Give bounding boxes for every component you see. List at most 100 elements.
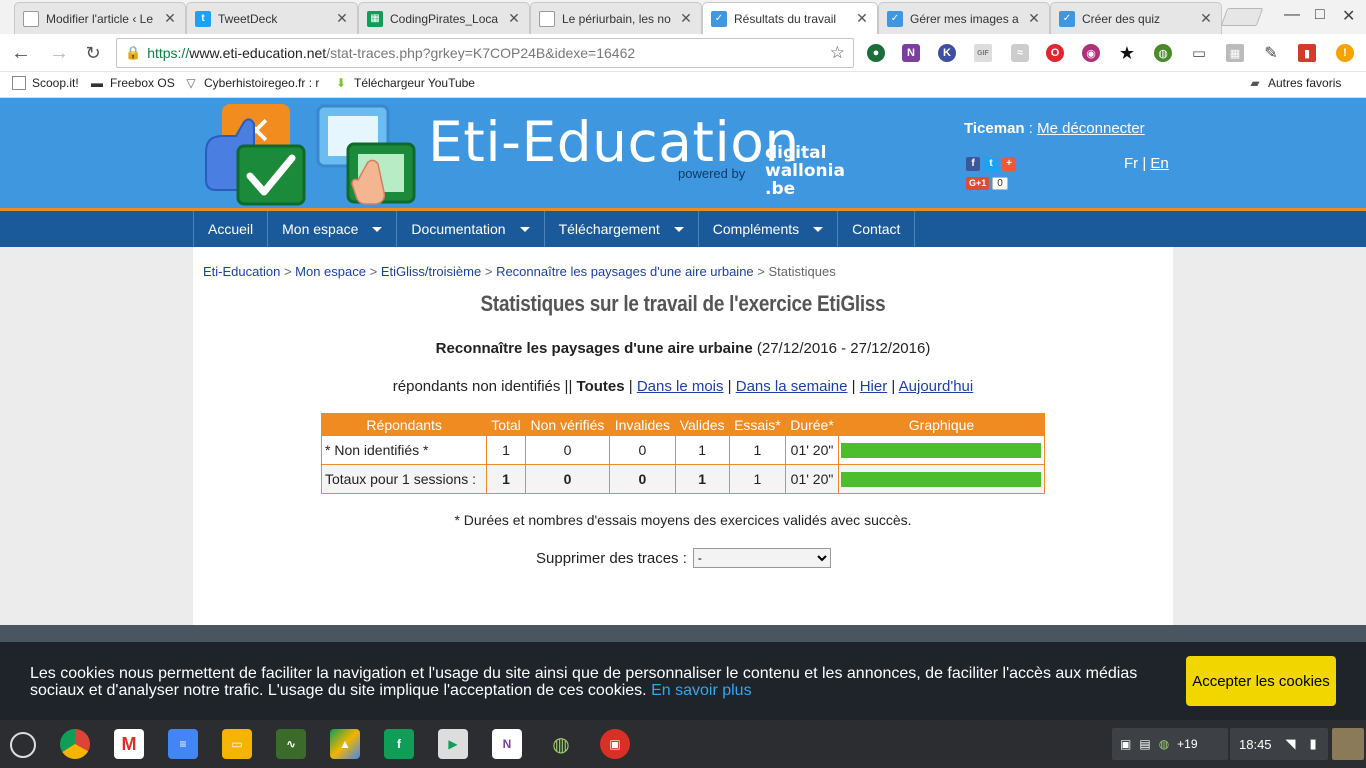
- bookmark-item[interactable]: ▬ Freebox OS: [90, 76, 175, 90]
- maximize-icon[interactable]: □: [1315, 6, 1325, 24]
- menu-contact[interactable]: Contact: [838, 211, 916, 247]
- menu-telechargement[interactable]: Téléchargement: [545, 211, 699, 247]
- other-bookmarks[interactable]: ▰ Autres favoris: [1248, 76, 1341, 90]
- launcher-icon[interactable]: [10, 732, 36, 758]
- bookmark-item[interactable]: Scoop.it!: [12, 76, 79, 90]
- browser-tab[interactable]: ▦ CodingPirates_Loca ✕: [358, 2, 530, 34]
- gplus-widget[interactable]: G+1 0: [966, 177, 1008, 190]
- eti-education-logo[interactable]: ✕: [198, 102, 428, 208]
- grid-extension-icon[interactable]: ▦: [1226, 44, 1244, 62]
- menu-label: Contact: [852, 221, 901, 237]
- screenshot-app-icon[interactable]: ▣: [600, 729, 630, 759]
- share-plus-icon[interactable]: +: [1002, 157, 1016, 171]
- pen-icon[interactable]: ✎: [1262, 44, 1280, 62]
- chrome-app-icon[interactable]: [60, 729, 90, 759]
- feedly-app-icon[interactable]: f: [384, 729, 414, 759]
- main-content: Eti-Education > Mon espace > EtiGliss/tr…: [193, 247, 1173, 625]
- breadcrumb-link[interactable]: Reconnaître les paysages d'une aire urba…: [496, 264, 754, 279]
- lang-en[interactable]: En: [1150, 155, 1168, 172]
- close-tab-icon[interactable]: ✕: [1027, 10, 1041, 27]
- forward-icon[interactable]: →: [46, 40, 72, 66]
- docs-app-icon[interactable]: ≡: [168, 729, 198, 759]
- menu-documentation[interactable]: Documentation: [397, 211, 545, 247]
- app-icon[interactable]: ∿: [276, 729, 306, 759]
- gmail-app-icon[interactable]: M: [114, 729, 144, 759]
- alert-icon[interactable]: !: [1336, 44, 1354, 62]
- browser-tab-active[interactable]: ✓ Résultats du travail ✕: [702, 2, 878, 34]
- column-header: Valides: [674, 413, 730, 436]
- menu-complements[interactable]: Compléments: [699, 211, 839, 247]
- onenote-icon[interactable]: N: [902, 44, 920, 62]
- notification-count: +19: [1177, 737, 1198, 751]
- browser-tab[interactable]: ✓ Créer des quiz ✕: [1050, 2, 1222, 34]
- filter-today-link[interactable]: Aujourd'hui: [899, 378, 974, 395]
- onenote-app-icon[interactable]: N: [492, 729, 522, 759]
- status-area[interactable]: 18:45 ◥ ▮: [1230, 728, 1328, 760]
- breadcrumb-link[interactable]: Eti-Education: [203, 264, 280, 279]
- accept-cookies-button[interactable]: Accepter les cookies: [1186, 656, 1336, 706]
- new-tab-button[interactable]: [1220, 8, 1264, 26]
- lang-fr[interactable]: Fr: [1124, 155, 1138, 172]
- graph-cell: [838, 435, 1045, 465]
- site-brand[interactable]: Eti-Education: [428, 110, 800, 174]
- bookmark-item[interactable]: ⬇ Téléchargeur YouTube: [334, 76, 475, 90]
- column-header: Répondants: [320, 413, 488, 436]
- drive-app-icon[interactable]: ▲: [330, 729, 360, 759]
- close-tab-icon[interactable]: ✕: [507, 10, 521, 27]
- browser-tab[interactable]: ✓ Gérer mes images a ✕: [878, 2, 1050, 34]
- browser-tab[interactable]: Modifier l'article ‹ Le ✕: [14, 2, 186, 34]
- cookie-learn-more-link[interactable]: En savoir plus: [651, 682, 752, 699]
- gif-extension-icon[interactable]: GIF: [974, 44, 992, 62]
- user-separator: :: [1024, 120, 1038, 137]
- close-tab-icon[interactable]: ✕: [855, 10, 869, 27]
- breadcrumb-link[interactable]: EtiGliss/troisième: [381, 264, 481, 279]
- page-icon: [12, 76, 26, 90]
- star-extension-icon[interactable]: ★: [1118, 43, 1136, 63]
- menu-accueil[interactable]: Accueil: [194, 211, 269, 247]
- slides-app-icon[interactable]: ▭: [222, 729, 252, 759]
- filter-separator: |: [723, 378, 736, 395]
- menu-mon-espace[interactable]: Mon espace: [268, 211, 398, 247]
- play-store-app-icon[interactable]: ▶: [438, 729, 468, 759]
- close-tab-icon[interactable]: ✕: [163, 10, 177, 27]
- turtle-icon[interactable]: ◍: [1154, 44, 1172, 62]
- close-window-icon[interactable]: ✕: [1342, 6, 1355, 26]
- close-tab-icon[interactable]: ✕: [1199, 10, 1213, 27]
- averages-note: * Durées et nombres d'essais moyens des …: [454, 512, 912, 528]
- opera-icon[interactable]: O: [1046, 44, 1064, 62]
- purge-select[interactable]: -: [692, 548, 831, 568]
- address-bar[interactable]: 🔒 https://www.eti-education.net/stat-tra…: [116, 38, 854, 68]
- gplus-button[interactable]: G+1: [966, 177, 990, 190]
- disc-icon[interactable]: ◉: [1082, 44, 1100, 62]
- book-icon[interactable]: ▮: [1298, 44, 1316, 62]
- rss-icon[interactable]: ≈: [1011, 44, 1029, 62]
- bookmark-item[interactable]: ▽ Cyberhistoiregeo.fr : r: [184, 76, 319, 90]
- unverified-cell: 0: [524, 464, 611, 494]
- filter-yesterday-link[interactable]: Hier: [860, 378, 888, 395]
- filter-week-link[interactable]: Dans la semaine: [736, 378, 848, 395]
- extension-icon[interactable]: ●: [867, 44, 885, 62]
- facebook-icon[interactable]: f: [966, 157, 980, 171]
- reload-icon[interactable]: ↻: [80, 40, 106, 66]
- fox-icon: ▽: [186, 76, 196, 90]
- cast-icon[interactable]: ▭: [1190, 44, 1208, 62]
- digital-wallonia-logo[interactable]: digital wallonia .be: [765, 144, 845, 198]
- browser-tab[interactable]: Le périurbain, les no ✕: [530, 2, 702, 34]
- filter-month-link[interactable]: Dans le mois: [637, 378, 724, 395]
- notification-tray[interactable]: ▣ ▤ ◍ +19: [1112, 728, 1228, 760]
- valid-cell: 1: [674, 435, 730, 465]
- browser-tab[interactable]: t TweetDeck ✕: [186, 2, 358, 34]
- back-icon[interactable]: ←: [8, 40, 34, 66]
- folder-icon: ▰: [1250, 76, 1260, 90]
- breadcrumb-link[interactable]: Mon espace: [295, 264, 366, 279]
- logout-link[interactable]: Me déconnecter: [1037, 120, 1145, 137]
- twitter-icon[interactable]: t: [984, 157, 998, 171]
- bookmark-star-icon[interactable]: ☆: [830, 43, 845, 63]
- minimize-icon[interactable]: —: [1284, 6, 1300, 24]
- user-avatar[interactable]: [1332, 728, 1364, 760]
- k-extension-icon[interactable]: K: [938, 44, 956, 62]
- turtle-app-icon[interactable]: ◍: [546, 729, 576, 759]
- close-tab-icon[interactable]: ✕: [335, 10, 349, 27]
- column-header: Total: [486, 413, 526, 436]
- close-tab-icon[interactable]: ✕: [679, 10, 693, 27]
